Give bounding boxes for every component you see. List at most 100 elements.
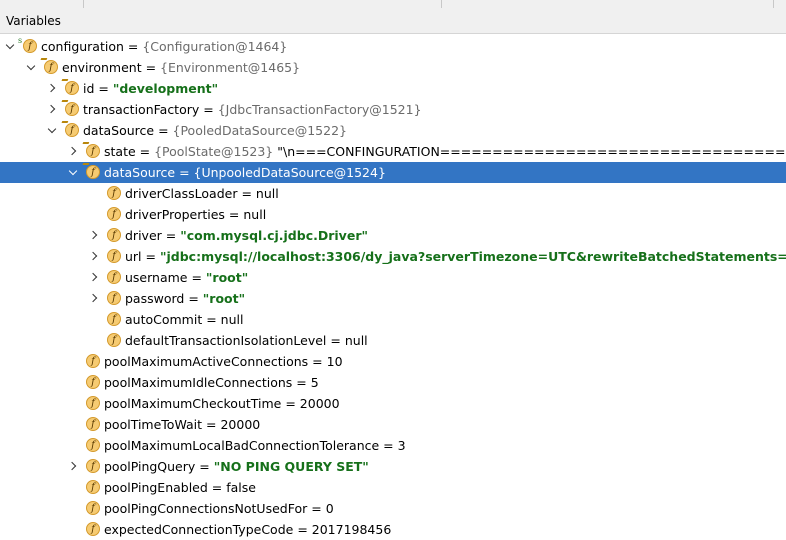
variable-row[interactable]: f driverClassLoader = null [0, 183, 786, 204]
field-icon: f [86, 396, 100, 410]
equals-sign: = [224, 207, 244, 222]
variable-name: transactionFactory [83, 102, 200, 117]
variable-row[interactable]: f dataSource = {PooledDataSource@1522} [0, 120, 786, 141]
variable-row[interactable]: f poolPingConnectionsNotUsedFor = 0 [0, 498, 786, 519]
variable-label: poolMaximumLocalBadConnectionTolerance =… [104, 435, 406, 456]
equals-sign: = [237, 186, 256, 201]
variable-label: environment = {Environment@1465} [62, 57, 300, 78]
field-icon: f [86, 375, 100, 389]
variable-row[interactable]: f id = "development" [0, 78, 786, 99]
field-icon: f [18, 36, 37, 53]
chevron-right-icon[interactable] [66, 456, 80, 477]
variable-label: id = "development" [83, 78, 218, 99]
header-divider [773, 0, 774, 8]
chevron-right-icon[interactable] [87, 246, 101, 267]
variable-row[interactable]: f poolPingQuery = "NO PING QUERY SET" [0, 456, 786, 477]
variable-label: poolMaximumCheckoutTime = 20000 [104, 393, 340, 414]
variable-row[interactable]: f poolPingEnabled = false [0, 477, 786, 498]
variable-name: driverClassLoader [125, 186, 238, 201]
variable-row[interactable]: f autoCommit = null [0, 309, 786, 330]
header-divider [83, 0, 84, 8]
variable-row[interactable]: f poolTimeToWait = 20000 [0, 414, 786, 435]
chevron-right-icon[interactable] [66, 141, 80, 162]
chevron-right-icon[interactable] [87, 267, 101, 288]
field-icon: f [107, 228, 121, 242]
field-icon: f [86, 522, 100, 536]
chevron-down-icon[interactable] [3, 36, 17, 57]
equals-sign: = [141, 249, 160, 264]
field-icon: f [107, 186, 121, 200]
variable-label: poolPingEnabled = false [104, 477, 256, 498]
variable-type: {PoolState@1523} [154, 144, 274, 159]
variable-name: dataSource [104, 165, 176, 180]
variable-row[interactable]: f dataSource = {UnpooledDataSource@1524} [0, 162, 786, 183]
variables-tree: fconfiguration = {Configuration@1464}fen… [0, 36, 786, 540]
variable-label: url = "jdbc:mysql://localhost:3306/dy_ja… [125, 246, 786, 267]
variable-row[interactable]: f defaultTransactionIsolationLevel = null [0, 330, 786, 351]
variable-type: {Configuration@1464} [142, 39, 288, 54]
variable-value: "root" [205, 270, 249, 285]
variable-type: {JdbcTransactionFactory@1521} [217, 102, 422, 117]
variable-value: 0 [325, 501, 334, 516]
variable-row[interactable]: f poolMaximumIdleConnections = 5 [0, 372, 786, 393]
variable-type: {Environment@1465} [160, 60, 301, 75]
variable-label: poolPingQuery = "NO PING QUERY SET" [104, 456, 369, 477]
variable-label: transactionFactory = {JdbcTransactionFac… [83, 99, 422, 120]
equals-sign: = [202, 312, 221, 327]
variable-row[interactable]: f expectedConnectionTypeCode = 2017198456 [0, 519, 786, 540]
chevron-right-icon[interactable] [45, 99, 59, 120]
variable-value: false [226, 480, 256, 495]
variable-type: {PooledDataSource@1522} [172, 123, 347, 138]
variable-row[interactable]: f state = {PoolState@1523} "\n===CONFINGU… [0, 141, 786, 162]
field-icon: f [107, 312, 121, 326]
variables-panel-header: Variables [0, 0, 786, 34]
field-icon: f [65, 102, 79, 116]
equals-sign: = [379, 438, 398, 453]
chevron-right-icon[interactable] [87, 225, 101, 246]
equals-sign: = [293, 522, 312, 537]
chevron-right-icon[interactable] [45, 78, 59, 99]
field-icon: f [65, 81, 79, 95]
variable-row[interactable]: f password = "root" [0, 288, 786, 309]
variable-label: poolMaximumActiveConnections = 10 [104, 351, 343, 372]
field-icon: f [107, 249, 121, 263]
variable-name: dataSource [83, 123, 155, 138]
variable-name: id [83, 81, 95, 96]
variable-value: 20000 [220, 417, 261, 432]
variable-label: configuration = {Configuration@1464} [41, 36, 287, 57]
variable-name: environment [62, 60, 142, 75]
variable-value: 10 [326, 354, 343, 369]
variable-name: poolMaximumLocalBadConnectionTolerance [104, 438, 380, 453]
chevron-down-icon[interactable] [45, 120, 59, 141]
variable-row[interactable]: fconfiguration = {Configuration@1464} [0, 36, 786, 57]
variable-row[interactable]: f poolMaximumLocalBadConnectionTolerance … [0, 435, 786, 456]
field-icon: f [86, 165, 100, 179]
variable-row[interactable]: f environment = {Environment@1465} [0, 57, 786, 78]
chevron-right-icon[interactable] [87, 288, 101, 309]
field-icon: f [86, 459, 100, 473]
variable-value: "NO PING QUERY SET" [213, 459, 369, 474]
field-icon: f [86, 480, 100, 494]
equals-sign: = [307, 501, 326, 516]
variable-row[interactable]: f transactionFactory = {JdbcTransactionFa… [0, 99, 786, 120]
variable-row[interactable]: f poolMaximumCheckoutTime = 20000 [0, 393, 786, 414]
variable-row[interactable]: f driver = "com.mysql.cj.jdbc.Driver" [0, 225, 786, 246]
variable-value: 20000 [299, 396, 340, 411]
variable-row[interactable]: f username = "root" [0, 267, 786, 288]
variable-row[interactable]: f poolMaximumActiveConnections = 10 [0, 351, 786, 372]
field-icon: f [107, 291, 121, 305]
chevron-down-icon[interactable] [66, 162, 80, 183]
variable-value: null [344, 333, 368, 348]
chevron-down-icon[interactable] [24, 57, 38, 78]
variable-row[interactable]: f driverProperties = null [0, 204, 786, 225]
variable-row[interactable]: f url = "jdbc:mysql://localhost:3306/dy_j… [0, 246, 786, 267]
variable-label: poolPingConnectionsNotUsedFor = 0 [104, 498, 334, 519]
equals-sign: = [123, 39, 143, 54]
